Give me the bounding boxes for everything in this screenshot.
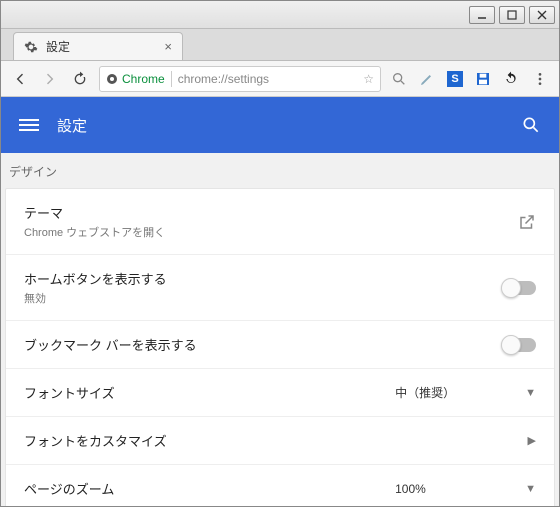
bookmark-star-icon[interactable]: ☆ [363, 72, 374, 86]
menu-button[interactable] [529, 68, 551, 90]
row-title: ページのズーム [24, 479, 114, 498]
chrome-icon [106, 73, 118, 85]
os-titlebar [1, 1, 559, 29]
external-link-icon[interactable] [518, 213, 536, 231]
close-tab-icon[interactable]: × [164, 39, 172, 54]
row-title: フォントをカスタマイズ [24, 431, 167, 450]
bookmarks-bar-row[interactable]: ブックマーク バーを表示する [6, 321, 554, 369]
home-button-row[interactable]: ホームボタンを表示する 無効 [6, 255, 554, 321]
zoom-value: 100% [395, 482, 515, 496]
search-extension-icon[interactable] [389, 69, 409, 89]
row-title: テーマ [24, 203, 165, 222]
maximize-button[interactable] [499, 6, 525, 24]
browser-toolbar: Chrome chrome://settings ☆ S [1, 61, 559, 97]
theme-row[interactable]: テーマ Chrome ウェブストアを開く [6, 189, 554, 255]
font-size-value: 中（推奨） [395, 384, 515, 401]
back-button[interactable] [9, 68, 31, 90]
pencil-extension-icon[interactable] [417, 69, 437, 89]
row-title: フォントサイズ [24, 383, 115, 402]
browser-window: 設定 × Chrome chrome://settings ☆ [0, 0, 560, 507]
address-bar[interactable]: Chrome chrome://settings ☆ [99, 66, 381, 92]
row-title: ホームボタンを表示する [24, 269, 167, 288]
omnibox-divider [171, 71, 172, 87]
chevron-right-icon[interactable]: ▶ [528, 434, 536, 447]
forward-button[interactable] [39, 68, 61, 90]
bookmarks-toggle[interactable] [502, 338, 536, 352]
reload-button[interactable] [69, 68, 91, 90]
tab-strip: 設定 × [1, 29, 559, 61]
dropdown-icon[interactable]: ▼ [525, 387, 536, 399]
settings-header: 設定 [1, 97, 559, 153]
minimize-button[interactable] [469, 6, 495, 24]
settings-content[interactable]: デザイン テーマ Chrome ウェブストアを開く ホームボタンを表示する 無効 [1, 153, 559, 506]
refresh-extension-icon[interactable] [501, 69, 521, 89]
dropdown-icon[interactable]: ▼ [525, 483, 536, 495]
page-zoom-row[interactable]: ページのズーム 100% ▼ [6, 465, 554, 506]
row-title: ブックマーク バーを表示する [24, 335, 197, 354]
close-window-button[interactable] [529, 6, 555, 24]
chrome-badge: Chrome [106, 72, 165, 86]
row-subtitle: 無効 [24, 290, 167, 306]
home-button-toggle[interactable] [502, 281, 536, 295]
save-disk-extension-icon[interactable] [473, 69, 493, 89]
row-subtitle: Chrome ウェブストアを開く [24, 224, 165, 240]
url-text: chrome://settings [178, 72, 269, 86]
settings-search-icon[interactable] [521, 115, 541, 135]
blue-s-extension-icon[interactable]: S [445, 69, 465, 89]
page-title: 設定 [57, 115, 87, 136]
design-card: テーマ Chrome ウェブストアを開く ホームボタンを表示する 無効 [5, 188, 555, 506]
gear-icon [24, 40, 38, 54]
hamburger-menu-icon[interactable] [19, 115, 39, 135]
browser-tab[interactable]: 設定 × [13, 32, 183, 60]
font-size-row[interactable]: フォントサイズ 中（推奨） ▼ [6, 369, 554, 417]
section-label: デザイン [1, 153, 559, 188]
tab-title: 設定 [46, 38, 70, 55]
customize-fonts-row[interactable]: フォントをカスタマイズ ▶ [6, 417, 554, 465]
